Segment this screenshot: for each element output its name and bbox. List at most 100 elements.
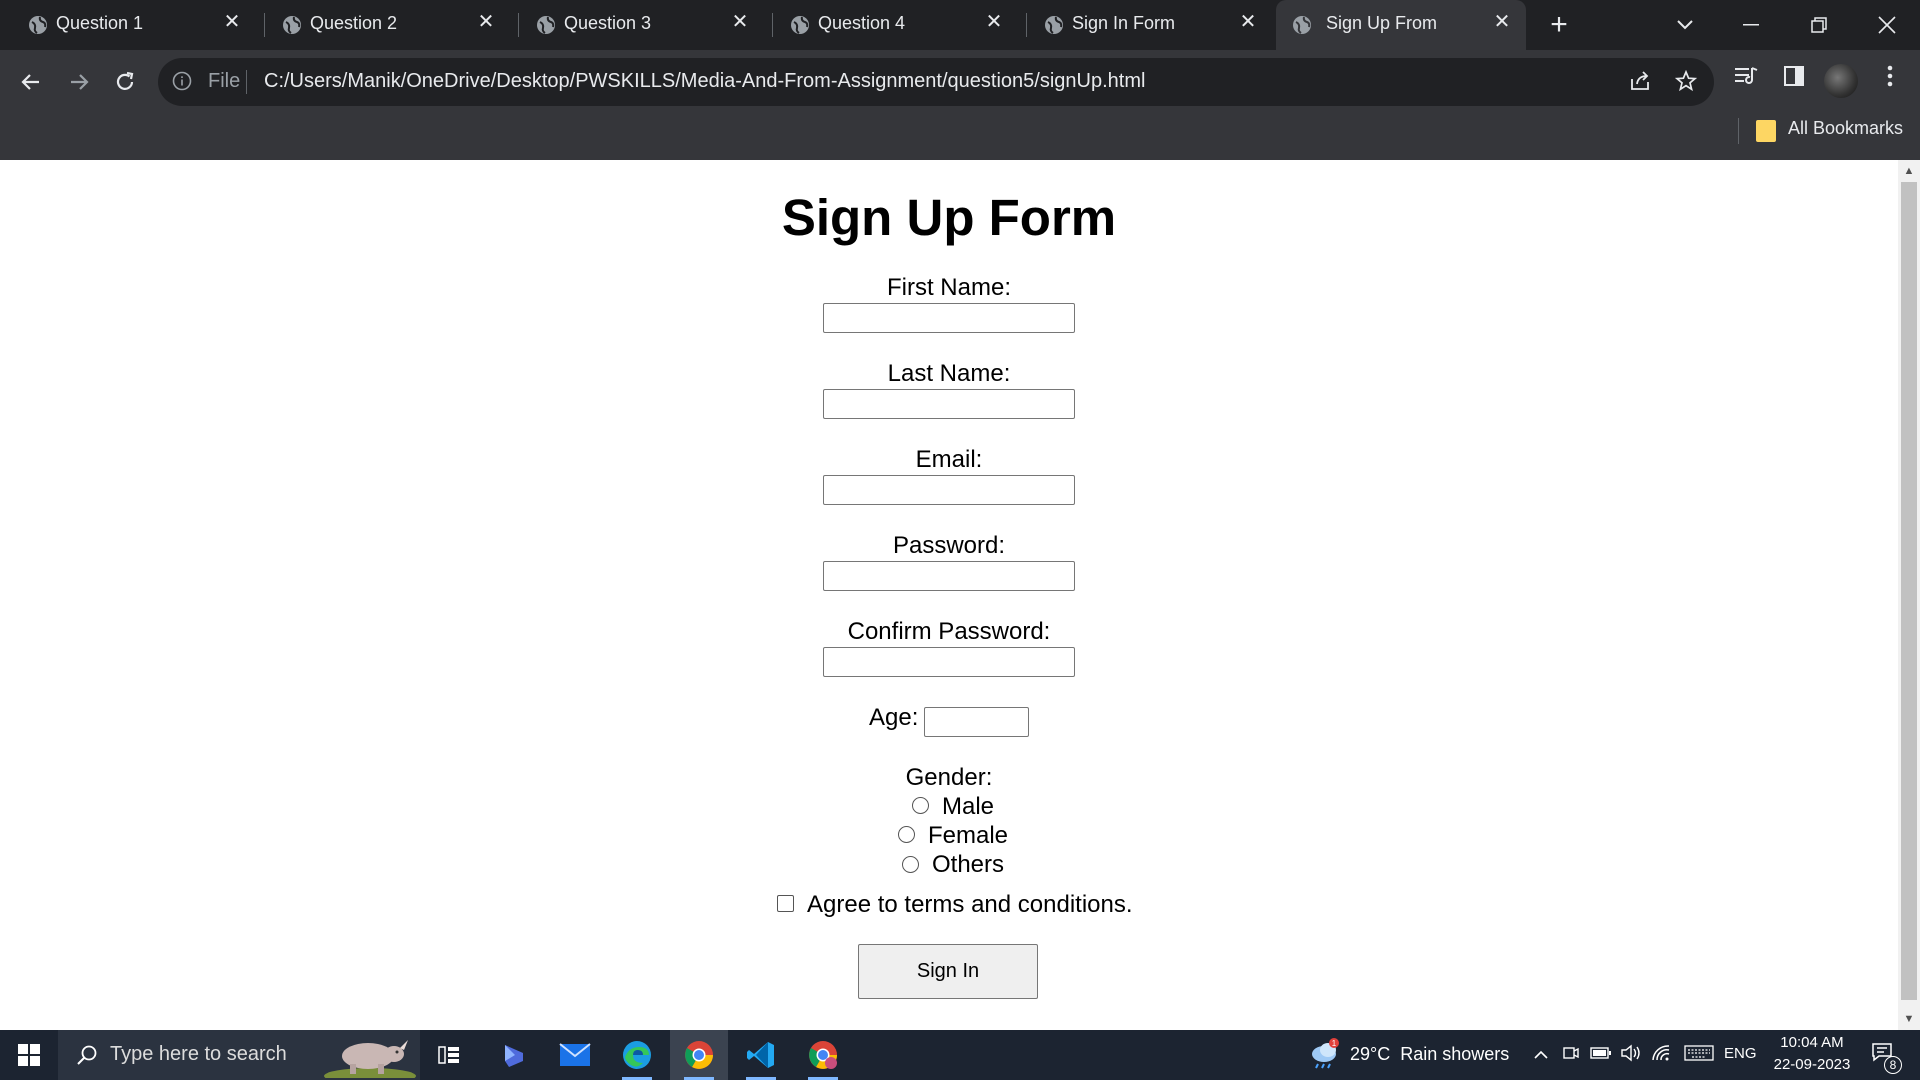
more-menu-icon[interactable] [1874, 64, 1906, 96]
folder-icon [1756, 120, 1776, 142]
confirm-password-label: Confirm Password: [847, 618, 1051, 645]
battery-icon[interactable] [1590, 1044, 1612, 1066]
globe-icon [1045, 16, 1063, 34]
all-bookmarks-link[interactable]: All Bookmarks [1788, 118, 1903, 139]
terms-label: Agree to terms and conditions. [807, 891, 1133, 918]
globe-icon [791, 16, 809, 34]
side-panel-icon[interactable] [1778, 64, 1810, 96]
url-text[interactable]: C:/Users/Manik/OneDrive/Desktop/PWSKILLS… [264, 70, 1145, 93]
reload-icon[interactable] [108, 65, 142, 99]
age-label: Age: [869, 704, 919, 731]
clock-date[interactable]: 22-09-2023 [1760, 1056, 1864, 1073]
close-window-button[interactable] [1854, 0, 1920, 50]
tab-search-chevron-icon[interactable] [1652, 0, 1718, 50]
gender-female-label: Female [928, 822, 1009, 849]
tab-question-3[interactable]: Question 3 ✕ [526, 0, 764, 50]
tab-label: Sign In Form [1072, 13, 1176, 33]
weather-temperature: 29°C [1350, 1044, 1391, 1064]
bookmark-star-icon[interactable] [1674, 69, 1698, 94]
copilot-icon[interactable] [484, 1030, 542, 1080]
confirm-password-input[interactable] [823, 647, 1075, 677]
vscode-icon[interactable] [732, 1030, 790, 1080]
task-view-icon[interactable] [420, 1030, 478, 1080]
weather-text[interactable]: 29°C Rain showers [1350, 1044, 1509, 1065]
back-arrow-icon[interactable] [14, 65, 48, 99]
tab-label: Question 4 [818, 13, 906, 33]
tab-question-1[interactable]: Question 1 ✕ [18, 0, 256, 50]
language-indicator[interactable]: ENG [1724, 1045, 1757, 1062]
tab-label: Question 1 [56, 13, 144, 33]
chrome-icon[interactable] [670, 1030, 728, 1080]
globe-icon [29, 16, 47, 34]
rain-cloud-icon[interactable]: 1 [1308, 1038, 1340, 1070]
show-hidden-icons-chevron-icon[interactable] [1530, 1044, 1552, 1066]
globe-icon [537, 16, 555, 34]
terms-checkbox[interactable] [777, 895, 794, 912]
close-icon[interactable]: ✕ [1238, 12, 1258, 32]
password-input[interactable] [823, 561, 1075, 591]
search-placeholder: Type here to search [110, 1043, 287, 1065]
tab-divider [518, 13, 519, 37]
globe-icon [1293, 16, 1311, 34]
restore-button[interactable] [1786, 0, 1852, 50]
wifi-icon[interactable] [1650, 1044, 1672, 1066]
minimize-button[interactable] [1718, 0, 1784, 50]
globe-icon [283, 16, 301, 34]
tab-divider [264, 13, 265, 37]
page-viewport: Sign Up Form First Name: Last Name: Emai… [0, 160, 1898, 1030]
scroll-down-arrow-icon[interactable]: ▼ [1898, 1010, 1920, 1028]
last-name-label: Last Name: [887, 360, 1011, 387]
gender-female-radio[interactable] [898, 826, 915, 843]
taskbar: Type here to search 1 29°C Rain showers … [0, 1030, 1920, 1080]
close-icon[interactable]: ✕ [476, 12, 496, 32]
edge-browser-icon[interactable] [608, 1030, 666, 1080]
close-icon[interactable]: ✕ [984, 12, 1004, 32]
media-queue-icon[interactable] [1730, 64, 1762, 96]
clock-time[interactable]: 10:04 AM [1760, 1034, 1864, 1051]
sign-in-button[interactable]: Sign In [858, 944, 1038, 999]
bookmarks-divider [1738, 118, 1739, 144]
tab-divider [1026, 13, 1027, 37]
windows-start-icon[interactable] [0, 1030, 58, 1080]
tab-question-2[interactable]: Question 2 ✕ [272, 0, 510, 50]
meet-now-icon[interactable] [1560, 1044, 1582, 1066]
gender-label: Gender: [905, 764, 993, 791]
scroll-up-arrow-icon[interactable]: ▲ [1898, 162, 1920, 180]
close-icon[interactable]: ✕ [1492, 12, 1512, 32]
tab-strip: Question 1 ✕ Question 2 ✕ Question 3 ✕ Q… [0, 0, 1920, 50]
volume-icon[interactable] [1620, 1044, 1642, 1066]
last-name-input[interactable] [823, 389, 1075, 419]
info-icon[interactable] [172, 71, 192, 91]
close-icon[interactable]: ✕ [222, 12, 242, 32]
close-icon[interactable]: ✕ [730, 12, 750, 32]
gender-male-radio[interactable] [912, 797, 929, 814]
tab-divider [772, 13, 773, 37]
chrome-profile-icon[interactable] [794, 1030, 852, 1080]
vertical-scrollbar[interactable]: ▲ ▼ [1898, 160, 1920, 1030]
first-name-input[interactable] [823, 303, 1075, 333]
gender-male-label: Male [942, 793, 995, 820]
weather-condition: Rain showers [1400, 1044, 1510, 1064]
gender-others-radio[interactable] [902, 856, 919, 873]
tab-sign-up-form[interactable]: Sign Up From ✕ [1276, 0, 1526, 50]
keyboard-icon[interactable] [1684, 1044, 1714, 1066]
scheme-label: File [208, 70, 241, 92]
share-icon[interactable] [1628, 70, 1652, 94]
profile-avatar[interactable] [1824, 64, 1858, 98]
gender-others-label: Others [932, 851, 1005, 878]
age-input[interactable] [924, 707, 1029, 737]
tab-question-4[interactable]: Question 4 ✕ [780, 0, 1018, 50]
new-tab-button[interactable]: + [1544, 10, 1574, 40]
password-label: Password: [892, 532, 1006, 559]
scroll-thumb[interactable] [1901, 182, 1917, 1000]
weather-alert-count: 1 [1332, 1039, 1337, 1048]
address-bar[interactable]: File C:/Users/Manik/OneDrive/Desktop/PWS… [158, 58, 1714, 106]
taskbar-search-box[interactable]: Type here to search [58, 1030, 420, 1080]
tab-label: Question 3 [564, 13, 652, 33]
tab-sign-in-form[interactable]: Sign In Form ✕ [1034, 0, 1272, 50]
address-divider [246, 70, 247, 94]
email-input[interactable] [823, 475, 1075, 505]
forward-arrow-icon[interactable] [62, 65, 96, 99]
mail-icon[interactable] [546, 1030, 604, 1080]
email-label: Email: [915, 446, 983, 473]
